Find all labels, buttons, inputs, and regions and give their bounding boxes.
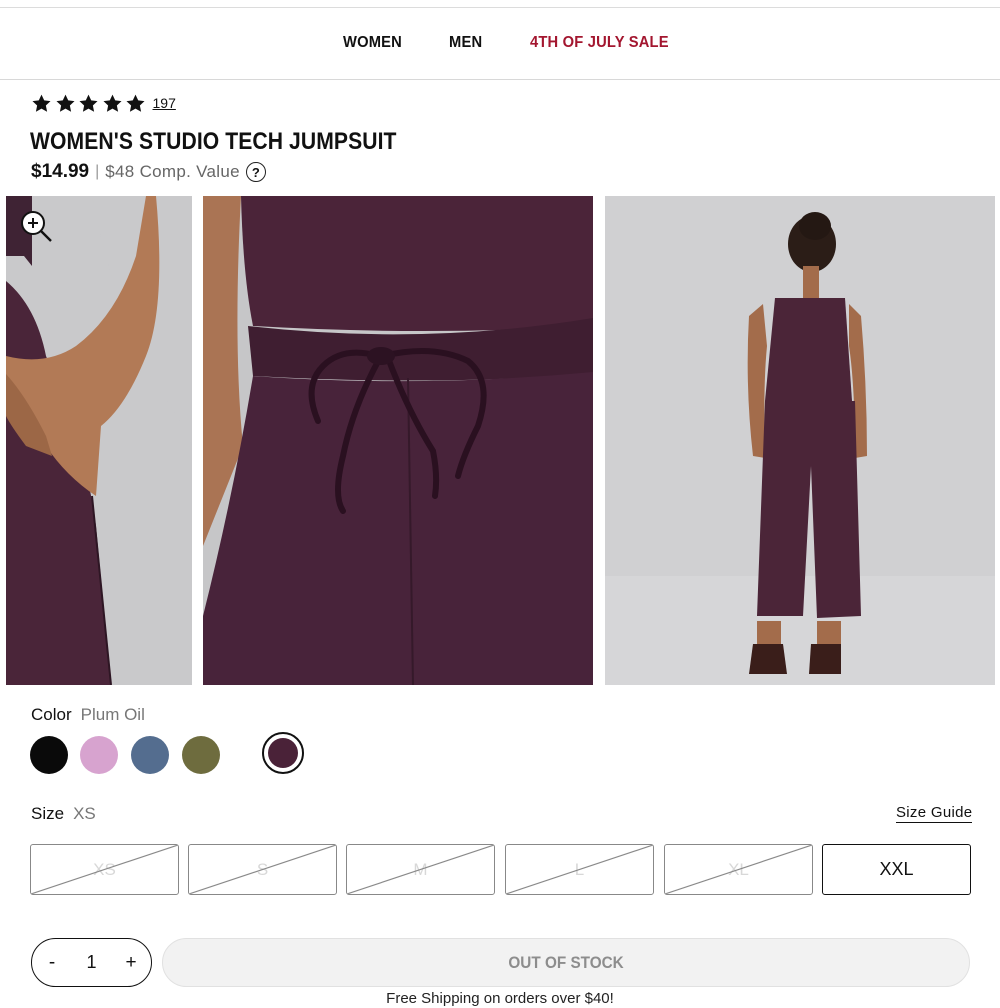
size-guide-link[interactable]: Size Guide — [896, 804, 973, 823]
swatch-plum — [268, 738, 298, 768]
strikethrough-icon — [506, 845, 653, 894]
help-icon[interactable]: ? — [245, 162, 266, 182]
zoom-in-icon[interactable] — [19, 209, 53, 243]
swatch-olive[interactable] — [182, 736, 220, 774]
size-option-xl[interactable]: XL — [664, 844, 813, 895]
size-option-xs[interactable]: XS — [30, 844, 179, 895]
size-option-xxl[interactable]: XXL — [822, 844, 971, 895]
strikethrough-icon — [189, 845, 336, 894]
star-icon — [31, 93, 52, 114]
comp-value: $48 Comp. Value — [105, 162, 240, 181]
product-gallery — [6, 196, 996, 685]
sale-price: $14.99 — [31, 161, 90, 182]
quantity-decrease-button[interactable]: - — [32, 939, 72, 986]
product-image-back-view[interactable] — [605, 196, 995, 685]
out-of-stock-button[interactable]: OUT OF STOCK — [162, 938, 970, 987]
out-of-stock-label: OUT OF STOCK — [508, 952, 624, 972]
size-option-l[interactable]: L — [505, 844, 654, 895]
size-option-m[interactable]: M — [346, 844, 495, 895]
color-selector-label: Color Plum Oil — [31, 705, 145, 725]
price-row: $14.99 | $48 Comp. Value ? — [31, 161, 266, 183]
size-selected-value: XS — [73, 804, 96, 823]
quantity-increase-button[interactable]: + — [111, 939, 151, 986]
star-icon — [55, 93, 76, 114]
review-count-link[interactable]: 197 — [153, 95, 176, 111]
size-option-s[interactable]: S — [188, 844, 337, 895]
product-image-waist-detail[interactable] — [203, 196, 593, 685]
star-icon — [78, 93, 99, 114]
swatch-plum-selected[interactable] — [262, 732, 304, 774]
quantity-value[interactable]: 1 — [72, 952, 111, 973]
shipping-note: Free Shipping on orders over $40! — [386, 990, 614, 1007]
product-rating: 197 — [31, 92, 176, 114]
star-icon — [102, 93, 123, 114]
price-separator: | — [95, 163, 100, 180]
star-icon — [125, 93, 146, 114]
strikethrough-icon — [665, 845, 812, 894]
swatch-blue[interactable] — [131, 736, 169, 774]
product-title: WOMEN'S STUDIO TECH JUMPSUIT — [30, 128, 397, 155]
strikethrough-icon — [347, 845, 494, 894]
product-image-side-pocket[interactable] — [6, 196, 192, 685]
color-label: Color — [31, 705, 72, 724]
top-nav: WOMEN MEN 4TH OF JULY SALE — [0, 8, 1000, 80]
swatch-pink[interactable] — [80, 736, 118, 774]
swatch-black[interactable] — [30, 736, 68, 774]
size-selector-label: Size XS — [31, 804, 96, 824]
nav-men[interactable]: MEN — [449, 34, 482, 52]
nav-sale[interactable]: 4TH OF JULY SALE — [530, 34, 669, 52]
size-label: Size — [31, 804, 65, 823]
strikethrough-icon — [31, 845, 178, 894]
nav-women[interactable]: WOMEN — [343, 34, 402, 52]
quantity-stepper: - 1 + — [31, 938, 152, 987]
color-selected-value: Plum Oil — [80, 705, 145, 724]
star-rating — [31, 93, 149, 114]
size-option-label: XXL — [879, 859, 914, 879]
